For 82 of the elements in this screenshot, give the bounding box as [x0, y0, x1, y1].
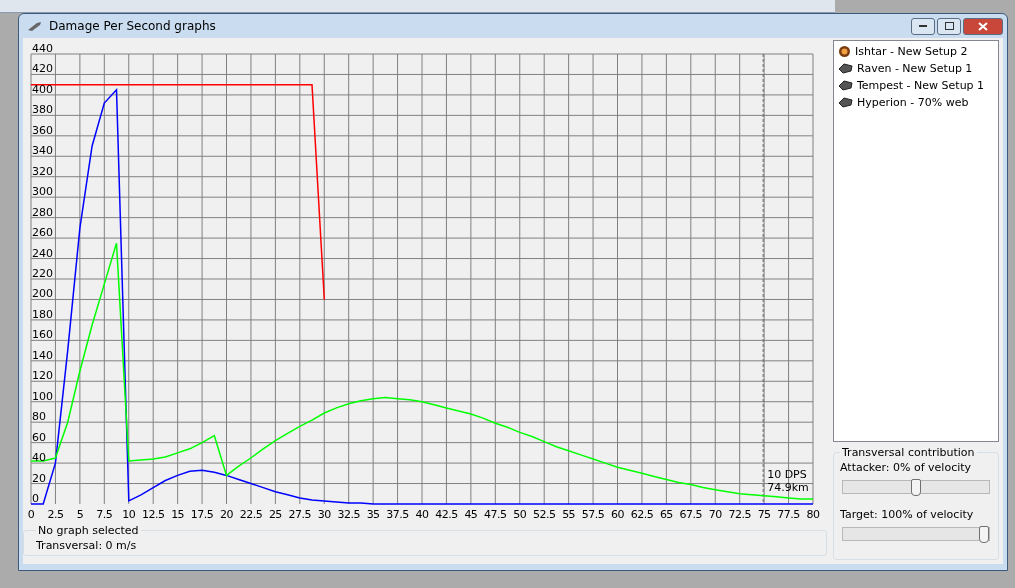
y-tick-label: 180 — [32, 307, 53, 321]
slider-track[interactable] — [842, 527, 990, 541]
x-tick-label: 10 — [122, 508, 136, 521]
group-title: Transversal contribution — [841, 446, 976, 459]
x-tick-label: 47.5 — [484, 508, 507, 521]
x-tick-label: 42.5 — [435, 508, 458, 521]
y-tick-label: 320 — [32, 164, 53, 178]
y-tick-label: 260 — [32, 226, 53, 240]
window-title: Damage Per Second graphs — [49, 19, 216, 33]
ship-icon — [838, 96, 853, 108]
x-tick-label: 15 — [171, 508, 185, 521]
status-title: No graph selected — [37, 524, 140, 537]
y-tick-label: 280 — [32, 205, 53, 219]
maximize-button[interactable] — [937, 17, 961, 35]
x-tick-label: 7.5 — [96, 508, 113, 521]
y-tick-label: 140 — [32, 348, 53, 362]
x-tick-label: 35 — [366, 508, 380, 521]
x-tick-label: 37.5 — [386, 508, 409, 521]
x-tick-label: 17.5 — [190, 508, 214, 521]
y-tick-label: 120 — [32, 369, 53, 383]
y-tick-label: 300 — [32, 185, 53, 199]
x-tick-label: 67.5 — [679, 508, 703, 521]
y-tick-label: 200 — [32, 287, 53, 301]
x-tick-label: 22.5 — [239, 508, 263, 521]
minimize-icon — [919, 24, 927, 28]
ship-icon — [838, 62, 853, 74]
y-tick-label: 0 — [32, 492, 39, 505]
y-tick-label: 420 — [32, 62, 53, 76]
x-tick-label: 72.5 — [728, 508, 751, 521]
x-tick-label: 12.5 — [141, 508, 165, 521]
close-icon — [978, 21, 988, 31]
slider-thumb[interactable] — [979, 526, 989, 543]
y-tick-label: 380 — [32, 103, 53, 117]
y-tick-label: 20 — [32, 471, 46, 485]
slider-label: Attacker: 0% of velocity — [840, 461, 973, 474]
x-tick-label: 50 — [513, 508, 527, 521]
maximize-icon — [944, 22, 954, 30]
x-tick-label: 75 — [757, 508, 771, 521]
fit-item[interactable]: Hyperion - 70% web — [857, 95, 969, 109]
x-tick-label: 57.5 — [581, 508, 605, 521]
ship-icon — [838, 79, 853, 91]
y-tick-label: 80 — [32, 410, 46, 424]
x-tick-label: 77.5 — [777, 508, 800, 521]
orb-icon — [838, 44, 851, 58]
close-button[interactable] — [963, 17, 1003, 35]
minimize-button[interactable] — [911, 17, 935, 35]
x-tick-label: 2.5 — [47, 508, 64, 521]
transversal-text: Transversal: 0 m/s — [36, 539, 138, 552]
x-tick-label: 0 — [27, 508, 35, 521]
y-tick-label: 220 — [32, 267, 53, 280]
x-tick-label: 25 — [268, 508, 282, 521]
x-tick-label: 55 — [562, 508, 576, 521]
x-tick-label: 65 — [659, 508, 673, 521]
fit-item[interactable]: Tempest - New Setup 1 — [857, 78, 985, 92]
fit-item[interactable]: Ishtar - New Setup 2 — [855, 44, 968, 58]
x-tick-label: 62.5 — [630, 508, 654, 521]
y-tick-label: 100 — [32, 389, 53, 403]
x-tick-label: 45 — [464, 508, 478, 521]
wrench-icon — [27, 20, 43, 32]
x-tick-label: 70 — [708, 508, 722, 521]
y-tick-label: 340 — [32, 144, 53, 158]
x-tick-label: 80 — [806, 508, 820, 521]
fit-item[interactable]: Raven - New Setup 1 — [857, 61, 973, 75]
slider-track[interactable] — [842, 480, 990, 494]
x-tick-label: 30 — [317, 508, 331, 521]
x-tick-label: 40 — [415, 508, 429, 521]
y-tick-label: 440 — [32, 42, 53, 55]
x-tick-label: 32.5 — [337, 508, 360, 521]
marker-label: 10 DPS — [767, 467, 807, 481]
x-tick-label: 27.5 — [288, 508, 312, 521]
slider-label: Target: 100% of velocity — [840, 508, 975, 521]
y-tick-label: 240 — [32, 246, 53, 260]
marker-label: 74.9km — [767, 480, 809, 494]
x-tick-label: 20 — [220, 508, 233, 521]
y-tick-label: 160 — [32, 328, 53, 342]
x-tick-label: 5 — [76, 508, 84, 521]
x-tick-label: 52.5 — [532, 508, 556, 521]
slider-thumb[interactable] — [911, 479, 921, 496]
y-tick-label: 60 — [32, 430, 46, 444]
y-tick-label: 360 — [32, 123, 53, 137]
y-tick-label: 400 — [32, 82, 53, 96]
x-tick-label: 60 — [611, 508, 624, 521]
